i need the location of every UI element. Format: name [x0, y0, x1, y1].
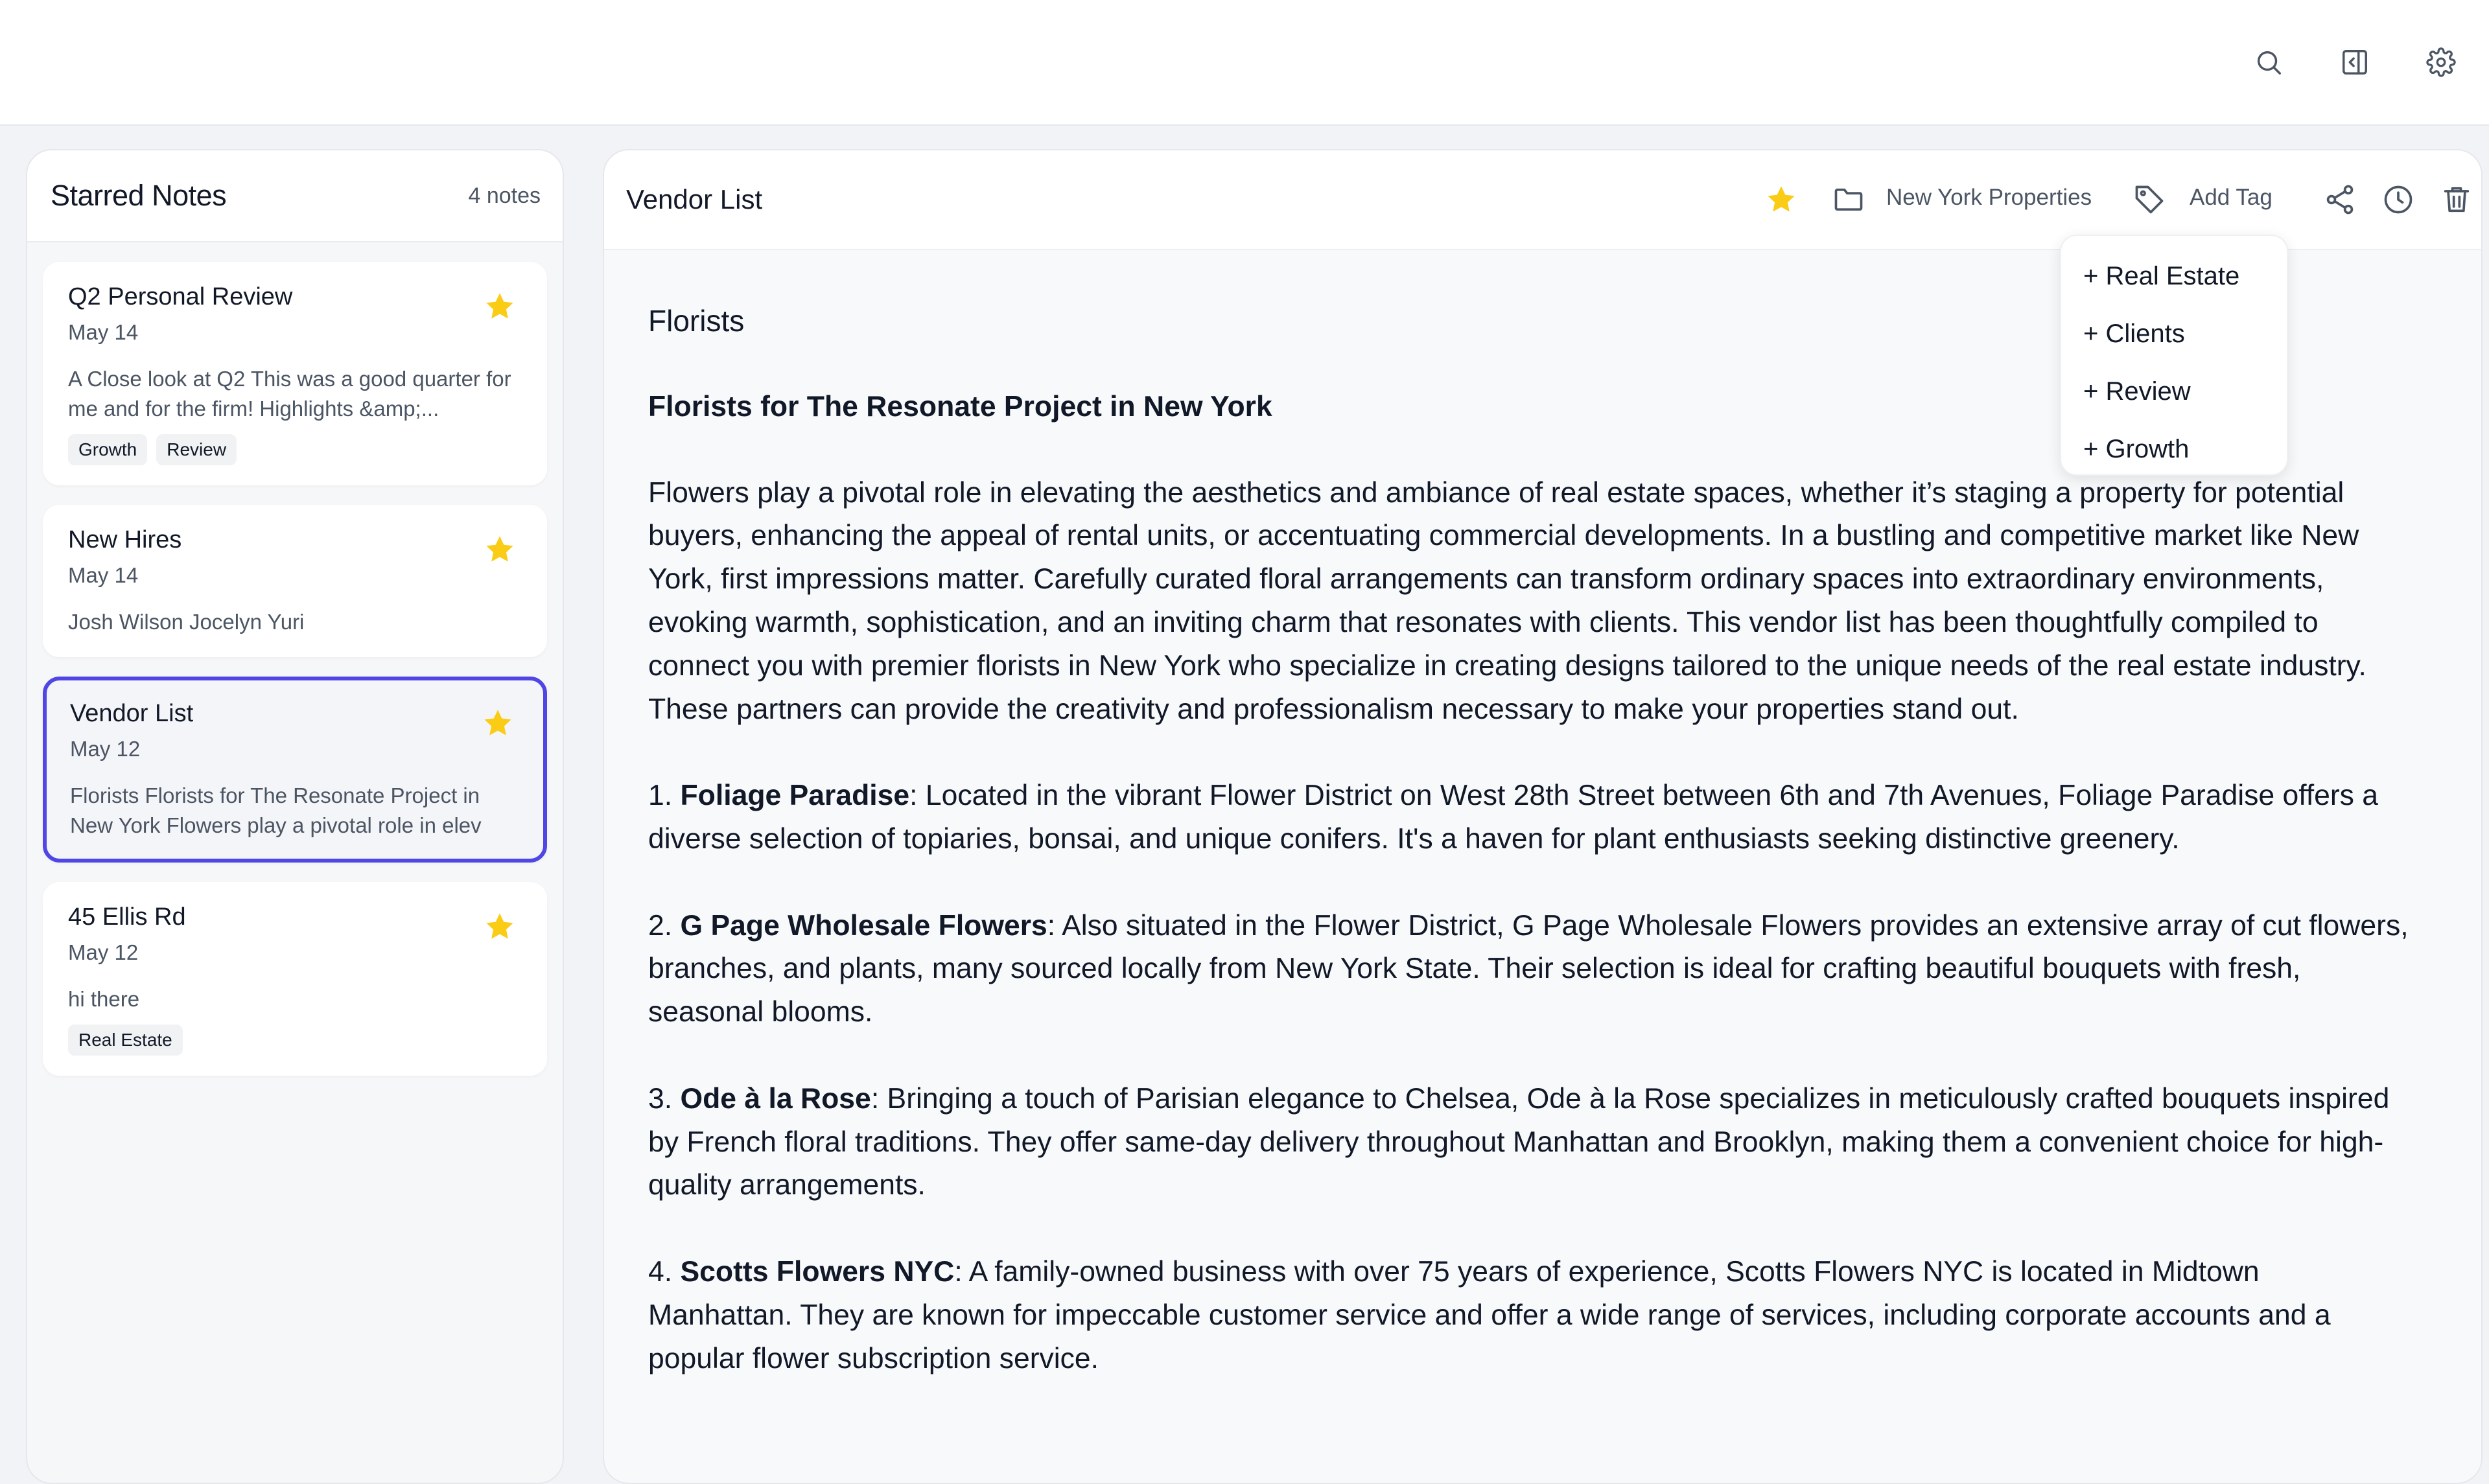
star-icon[interactable] [483, 533, 517, 566]
vendor-number: 3. [648, 1082, 681, 1115]
vendor-description: : Bringing a touch of Parisian elegance … [648, 1082, 2390, 1201]
note-card[interactable]: New Hires May 14 Josh Wilson Jocelyn Yuri [43, 505, 547, 657]
vendor-name: Scotts Flowers NYC [680, 1255, 955, 1288]
star-icon[interactable] [1764, 183, 1798, 216]
note-card-title: 45 Ellis Rd [68, 903, 186, 931]
note-card-preview: Josh Wilson Jocelyn Yuri [68, 610, 305, 634]
vendor-number: 2. [648, 909, 681, 942]
star-icon[interactable] [481, 706, 515, 740]
starred-notes-panel: Starred Notes 4 notes Q2 Personal Review… [26, 149, 564, 1484]
vendor-number: 4. [648, 1255, 681, 1288]
note-card-title: Vendor List [70, 700, 194, 727]
sidebar-header: Starred Notes 4 notes [27, 150, 563, 242]
vendor-item: 2. G Page Wholesale Flowers: Also situat… [648, 905, 2411, 1034]
add-tag-dropdown: + Real Estate + Clients + Review + Growt… [2060, 235, 2288, 476]
vendor-item: 3. Ode à la Rose: Bringing a touch of Pa… [648, 1078, 2411, 1207]
vendor-name: Ode à la Rose [680, 1082, 871, 1115]
tag-option-real-estate[interactable]: + Real Estate [2061, 248, 2287, 305]
star-icon[interactable] [483, 290, 517, 323]
note-card-date: May 14 [68, 563, 139, 587]
note-card-date: May 12 [68, 940, 139, 964]
gear-icon[interactable] [2420, 41, 2462, 83]
search-icon[interactable] [2248, 41, 2289, 83]
sidebar-title: Starred Notes [51, 179, 227, 212]
note-card-date: May 14 [68, 320, 139, 344]
note-card-preview: Florists Florists for The Resonate Proje… [70, 783, 482, 837]
folder-name[interactable]: New York Properties [1886, 185, 2092, 211]
vendor-list: 1. Foliage Paradise: Located in the vibr… [648, 774, 2411, 1380]
tag-icon[interactable] [2133, 183, 2166, 216]
vendor-name: G Page Wholesale Flowers [680, 909, 1047, 942]
sidebar-toggle-icon[interactable] [2334, 41, 2376, 83]
note-card-preview: A Close look at Q2 This was a good quart… [68, 367, 511, 421]
note-list: Q2 Personal Review May 14 A Close look at … [27, 242, 563, 1076]
note-card-title: Q2 Personal Review [68, 283, 293, 310]
tag-badge[interactable]: Growth [68, 434, 148, 465]
note-card-preview: hi there [68, 987, 140, 1011]
note-card-tags: Growth Review [68, 434, 522, 465]
vendor-item: 1. Foliage Paradise: Located in the vibr… [648, 774, 2411, 861]
note-count: 4 notes [468, 183, 541, 208]
share-icon[interactable] [2323, 183, 2357, 216]
note-card[interactable]: Q2 Personal Review May 14 A Close look at … [43, 262, 547, 485]
tag-option-growth[interactable]: + Growth [2061, 421, 2287, 478]
note-card[interactable]: 45 Ellis Rd May 12 hi there Real Estate [43, 882, 547, 1076]
vendor-item: 4. Scotts Flowers NYC: A family-owned bu… [648, 1251, 2411, 1380]
tag-badge[interactable]: Real Estate [68, 1025, 183, 1056]
tag-option-review[interactable]: + Review [2061, 363, 2287, 421]
note-card-date: May 12 [70, 737, 141, 761]
history-icon[interactable] [2381, 183, 2415, 216]
vendor-name: Foliage Paradise [680, 780, 910, 812]
note-title: Vendor List [626, 184, 763, 214]
add-tag-button[interactable]: Add Tag [2190, 185, 2273, 211]
top-bar [0, 0, 2489, 126]
trash-icon[interactable] [2440, 183, 2473, 216]
note-card-title: New Hires [68, 526, 182, 553]
folder-icon[interactable] [1832, 183, 1865, 216]
tag-option-clients[interactable]: + Clients [2061, 305, 2287, 363]
note-intro: Flowers play a pivotal role in elevating… [648, 476, 2366, 725]
star-icon[interactable] [483, 910, 517, 944]
note-card[interactable]: Vendor List May 12 Florists Florists for T… [43, 677, 547, 863]
tag-badge[interactable]: Review [156, 434, 237, 465]
vendor-number: 1. [648, 780, 681, 812]
note-card-tags: Real Estate [68, 1025, 522, 1056]
